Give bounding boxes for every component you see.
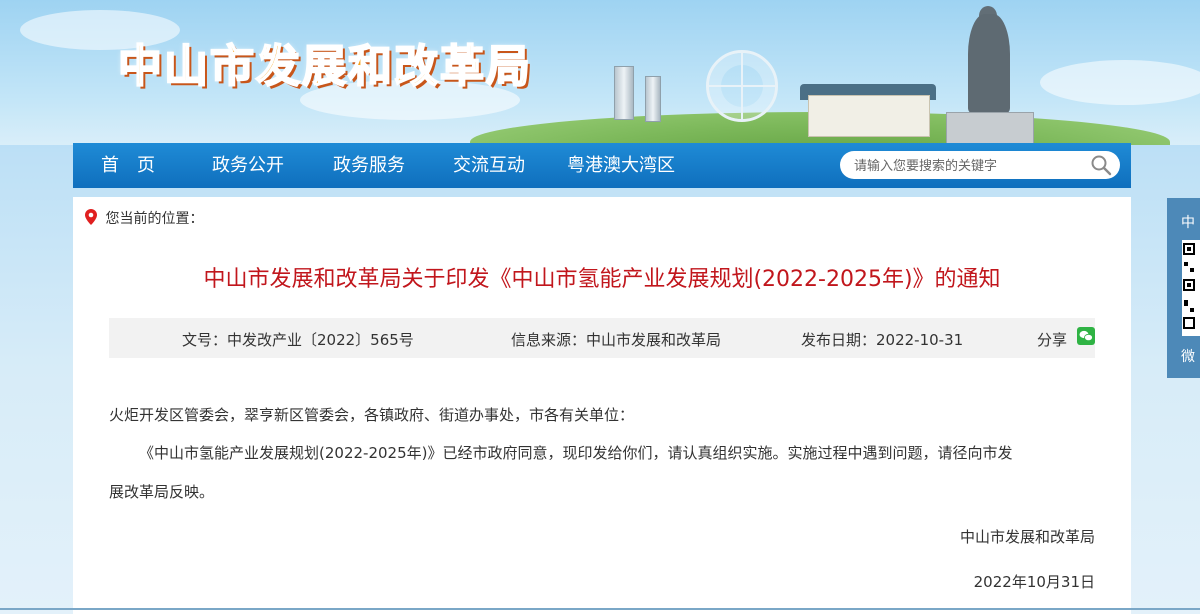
statue-illustration bbox=[968, 14, 1010, 114]
body-paragraph-line: 《中山市氢能产业发展规划(2022-2025年)》已经市政府同意，现印发给你们，… bbox=[139, 444, 1013, 462]
search-icon[interactable] bbox=[1090, 154, 1112, 176]
body-paragraph-line: 展改革局反映。 bbox=[109, 483, 215, 501]
signature-org: 中山市发展和改革局 bbox=[959, 528, 1095, 546]
article-title: 中山市发展和改革局关于印发《中山市氢能产业发展规划(2022-2025年)》的通… bbox=[203, 267, 1001, 292]
cloud-decoration bbox=[1040, 60, 1200, 105]
location-label: 您当前的位置： bbox=[105, 211, 204, 227]
header-banner: 中山市发展和改革局 bbox=[0, 0, 1200, 145]
share-label: 分享 bbox=[1037, 331, 1068, 349]
wechat-share-icon[interactable] bbox=[1077, 327, 1095, 349]
info-source: 信息来源：中山市发展和改革局 bbox=[511, 331, 722, 349]
nav-item-interaction[interactable]: 交流互动 bbox=[453, 143, 525, 188]
bottom-divider bbox=[0, 608, 1200, 610]
location-pin-icon bbox=[85, 209, 105, 227]
signature-date: 2022年10月31日 bbox=[973, 573, 1095, 591]
side-qr-widget[interactable]: 中 微 bbox=[1167, 198, 1200, 378]
main-nav: 首 页 政务公开 政务服务 交流互动 粤港澳大湾区 bbox=[73, 143, 1131, 188]
tower-illustration bbox=[645, 76, 661, 122]
search-box bbox=[840, 151, 1120, 179]
nav-item-government-services[interactable]: 政务服务 bbox=[333, 143, 405, 188]
side-widget-title: 中 bbox=[1181, 215, 1195, 231]
hall-illustration bbox=[808, 95, 930, 137]
nav-item-home[interactable]: 首 页 bbox=[101, 143, 155, 188]
statue-pedestal-illustration bbox=[946, 112, 1034, 145]
tower-illustration bbox=[614, 66, 634, 120]
document-number: 文号：中发改产业〔2022〕565号 bbox=[182, 331, 414, 349]
nav-item-greater-bay-area[interactable]: 粤港澳大湾区 bbox=[567, 143, 675, 188]
addressee-text: 火炬开发区管委会，翠亨新区管委会，各镇政府、街道办事处，市各有关单位： bbox=[109, 406, 635, 424]
nav-item-government-affairs[interactable]: 政务公开 bbox=[212, 143, 284, 188]
ferris-wheel-illustration bbox=[706, 50, 778, 122]
breadcrumb: 您当前的位置： bbox=[85, 208, 203, 228]
search-input[interactable] bbox=[852, 155, 1084, 177]
publish-date: 发布日期：2022-10-31 bbox=[801, 331, 964, 349]
side-widget-label: 微 bbox=[1181, 349, 1195, 365]
site-logo-title[interactable]: 中山市发展和改革局 bbox=[117, 30, 532, 94]
article-meta-bar: 文号：中发改产业〔2022〕565号 信息来源：中山市发展和改革局 发布日期：2… bbox=[109, 318, 1095, 358]
article-panel: 您当前的位置： 中山市发展和改革局关于印发《中山市氢能产业发展规划(2022-2… bbox=[73, 197, 1131, 614]
qr-code-icon bbox=[1182, 240, 1200, 336]
